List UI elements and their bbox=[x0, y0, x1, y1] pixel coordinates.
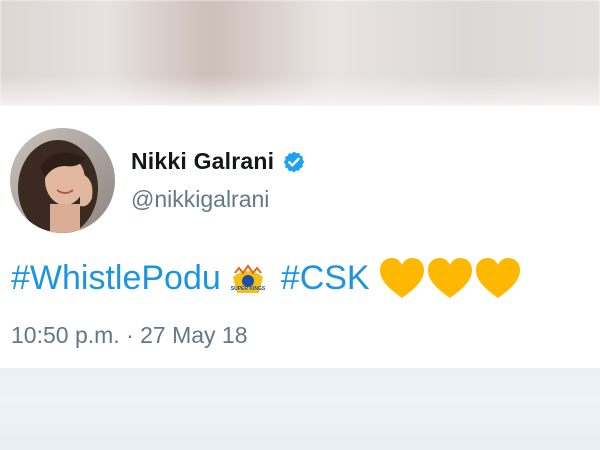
verified-badge-icon bbox=[282, 150, 306, 174]
csk-logo-icon: SUPER KINGS bbox=[229, 259, 267, 297]
author-handle[interactable]: @nikkigalrani bbox=[131, 186, 269, 213]
hearts-group bbox=[378, 256, 522, 300]
blurred-background-top bbox=[0, 0, 600, 106]
hashtag-whistlepodu[interactable]: #WhistlePodu bbox=[11, 256, 221, 300]
yellow-heart-icon bbox=[426, 256, 474, 300]
svg-text:SUPER KINGS: SUPER KINGS bbox=[231, 286, 266, 292]
tweet-timestamp[interactable]: 10:50 p.m. · 27 May 18 bbox=[11, 322, 248, 349]
blurred-background-bottom bbox=[0, 368, 600, 450]
tweet-text: #WhistlePodu SUPER KINGS #CSK bbox=[11, 256, 522, 300]
hashtag-csk[interactable]: #CSK bbox=[281, 256, 370, 300]
yellow-heart-icon bbox=[378, 256, 426, 300]
author-name[interactable]: Nikki Galrani bbox=[131, 148, 274, 175]
avatar[interactable] bbox=[10, 128, 115, 233]
yellow-heart-icon bbox=[474, 256, 522, 300]
tweet-card: Nikki Galrani @nikkigalrani #WhistlePodu… bbox=[0, 106, 600, 368]
author-row: Nikki Galrani bbox=[131, 148, 306, 175]
